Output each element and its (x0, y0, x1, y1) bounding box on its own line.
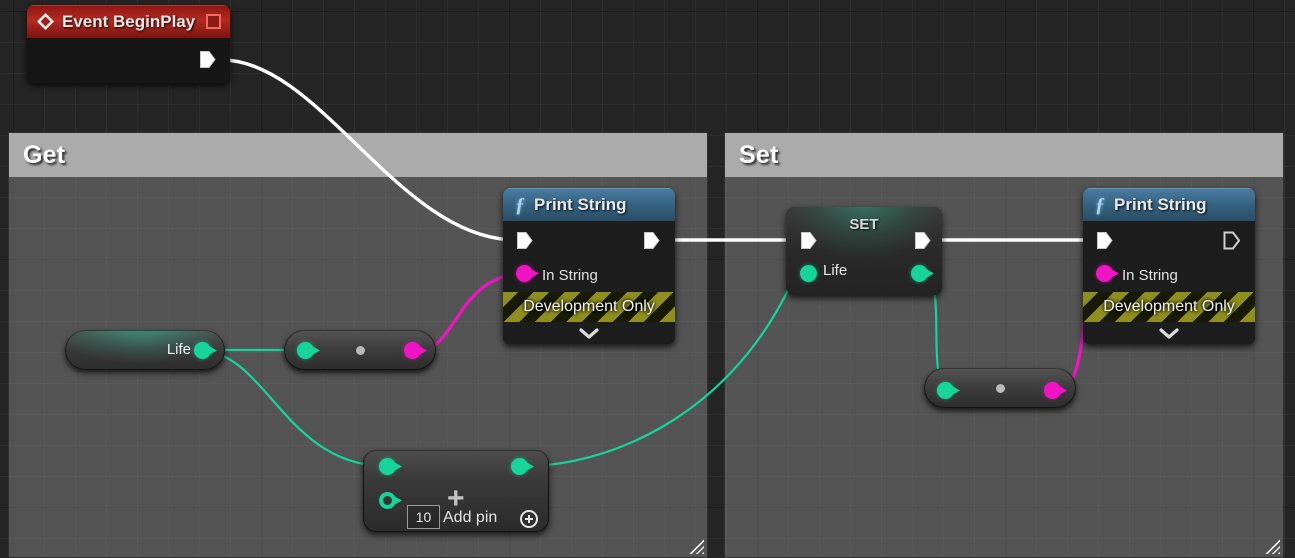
blueprint-graph-canvas[interactable]: Get Set Event BeginPlay ƒ Print String I… (0, 0, 1295, 558)
node-title-event-begin-play[interactable]: Event BeginPlay (27, 5, 230, 38)
dev-band-print-string-right[interactable]: Development Only (1083, 292, 1255, 322)
conversion-dot-icon (995, 383, 1005, 393)
pin-out-add[interactable] (511, 458, 528, 475)
exec-pin-in-set[interactable] (800, 231, 817, 250)
function-f-icon: ƒ (1095, 193, 1105, 216)
pin-in-string-left[interactable] (516, 265, 533, 282)
chevron-down-icon[interactable] (503, 322, 675, 344)
dev-band-label: Development Only (1103, 298, 1235, 315)
node-label-print-string-right: Print String (1114, 194, 1207, 214)
pin-out-conversion-left[interactable] (404, 342, 421, 359)
exec-pin-in-print-string-right[interactable] (1096, 231, 1113, 250)
pin-label-set-life: Life (823, 262, 848, 279)
comment-title-get: Get (23, 140, 66, 169)
add-pin-label[interactable]: Add pin (443, 509, 497, 527)
add-pin-plus-circle-icon[interactable] (520, 510, 538, 528)
dev-band-print-string-left[interactable]: Development Only (503, 292, 675, 322)
resize-handle-icon[interactable] (688, 538, 704, 554)
pin-out-set-life[interactable] (911, 265, 928, 282)
node-title-print-string-right[interactable]: ƒ Print String (1083, 188, 1255, 221)
exec-pin-out-print-string-right[interactable] (1223, 231, 1240, 250)
resize-handle-icon[interactable] (1264, 538, 1280, 554)
stop-icon[interactable] (206, 14, 221, 29)
conversion-dot-icon (355, 345, 365, 355)
event-diamond-icon (37, 13, 54, 30)
comment-header-set[interactable]: Set (725, 133, 1283, 177)
node-label-getter-life: Life (166, 341, 191, 358)
exec-pin-out-print-string-left[interactable] (643, 231, 660, 250)
comment-title-set: Set (739, 140, 779, 169)
pin-in-set-life[interactable] (800, 265, 817, 282)
pin-label-in-string: In String (542, 267, 598, 284)
pin-in-string-right[interactable] (1096, 265, 1113, 282)
node-event-begin-play[interactable]: Event BeginPlay (27, 5, 230, 83)
function-f-icon: ƒ (515, 193, 525, 216)
pin-label-in-string: In String (1122, 267, 1178, 284)
node-title-print-string-left[interactable]: ƒ Print String (503, 188, 675, 221)
pin-out-getter-life[interactable] (194, 342, 211, 359)
pin-out-conversion-right[interactable] (1044, 382, 1061, 399)
exec-pin-in-print-string-left[interactable] (516, 231, 533, 250)
exec-pin-out-event-begin-play[interactable] (199, 50, 216, 69)
exec-pin-out-set[interactable] (914, 231, 931, 250)
dev-band-label: Development Only (523, 298, 655, 315)
comment-header-get[interactable]: Get (9, 133, 707, 177)
node-label-print-string-left: Print String (534, 194, 627, 214)
pin-in-conversion-right[interactable] (937, 382, 954, 399)
node-label-event-begin-play: Event BeginPlay (62, 11, 196, 31)
pin-in-add-b[interactable] (379, 492, 396, 509)
input-field-add-operand[interactable]: 10 (407, 505, 440, 529)
pin-in-add-a[interactable] (379, 458, 396, 475)
pin-in-conversion-left[interactable] (297, 342, 314, 359)
chevron-down-icon[interactable] (1083, 322, 1255, 344)
